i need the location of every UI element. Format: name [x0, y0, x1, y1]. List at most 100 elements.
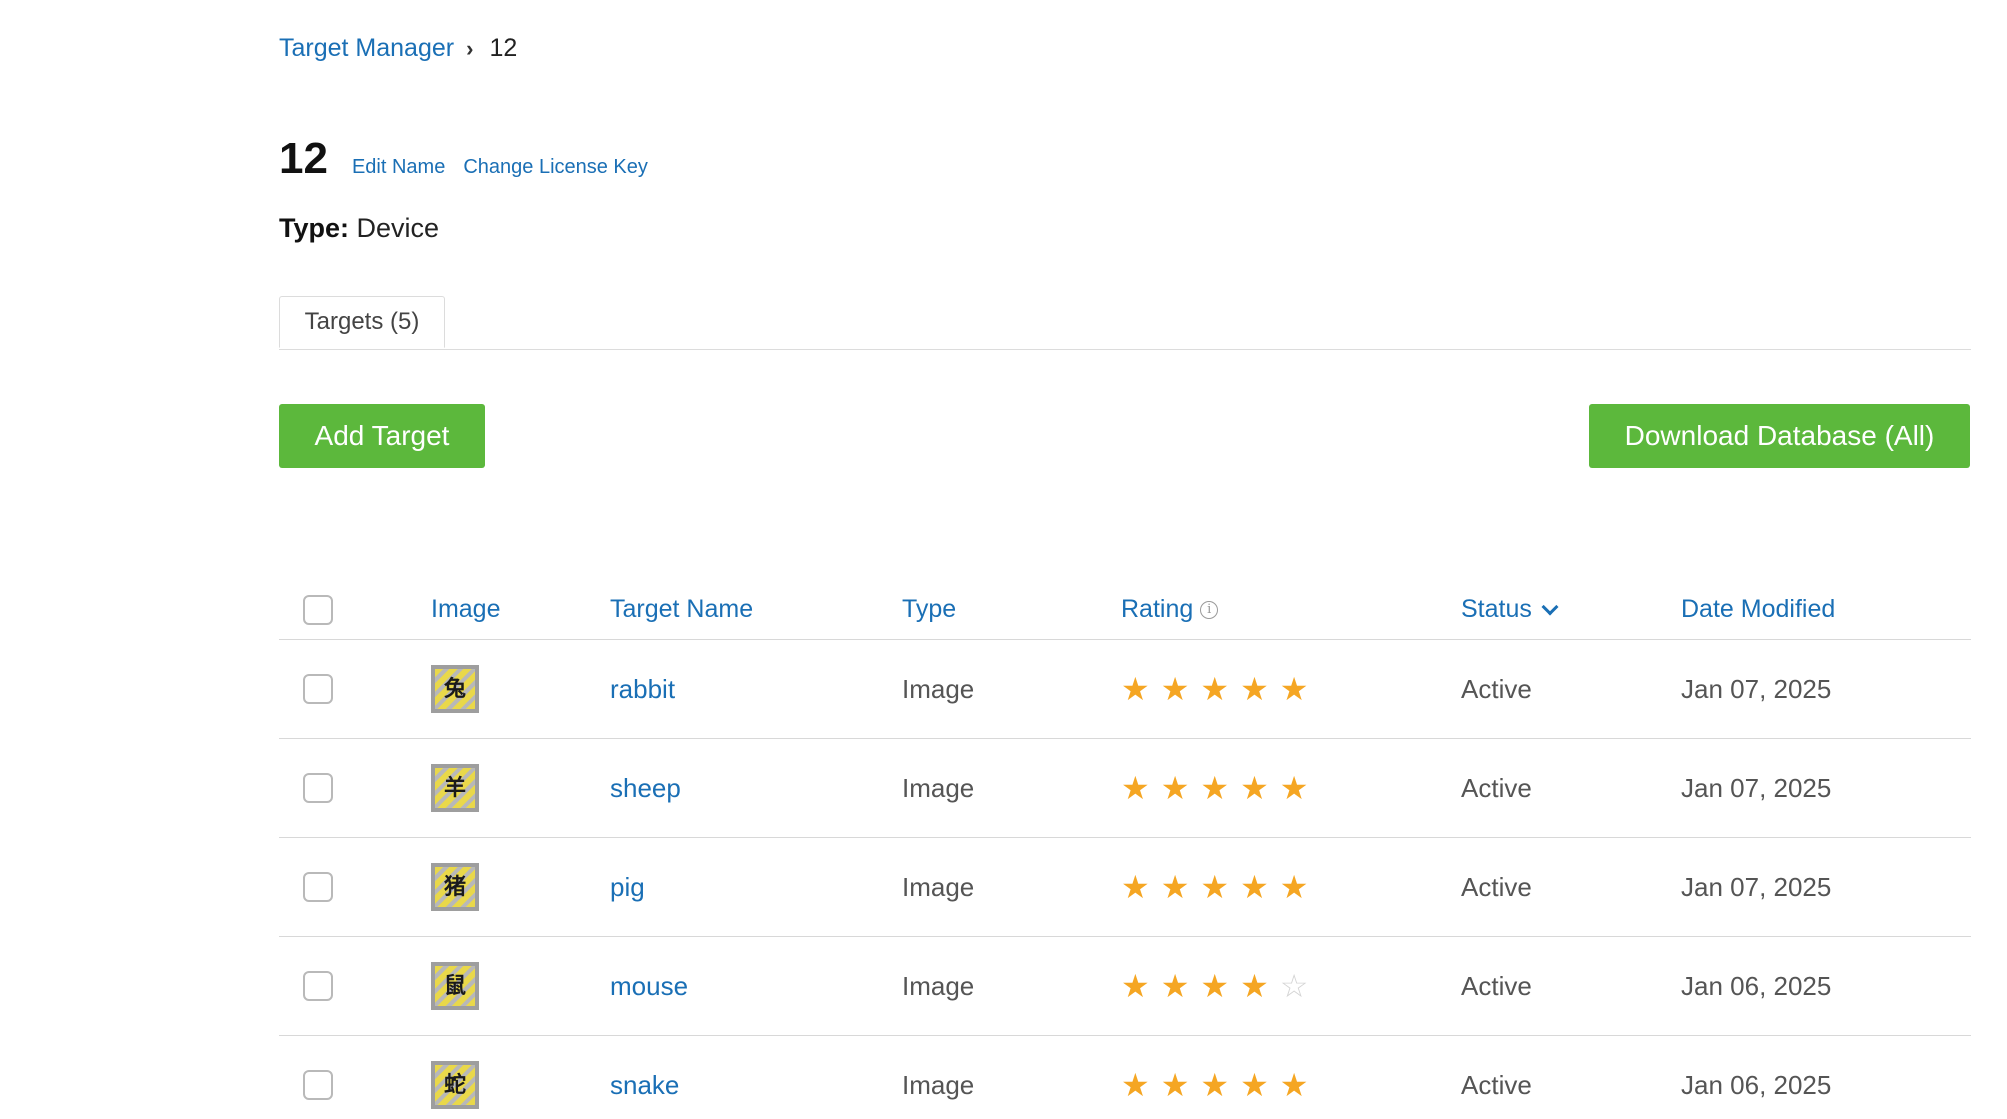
- column-header-date-modified[interactable]: Date Modified: [1681, 580, 1835, 639]
- target-image-cell: 猪: [431, 838, 479, 936]
- thumbnail-glyph: 鼠: [435, 966, 475, 1006]
- row-checkbox[interactable]: [303, 1070, 333, 1100]
- target-type: Image: [902, 772, 975, 803]
- info-icon[interactable]: i: [1200, 600, 1219, 619]
- star-filled-icon: ★: [1200, 671, 1230, 707]
- target-status: Active: [1461, 772, 1532, 803]
- rating-stars: ★ ★ ★ ★ ☆: [1121, 970, 1308, 1002]
- target-name-link[interactable]: sheep: [610, 773, 681, 804]
- target-thumbnail[interactable]: 羊: [431, 764, 479, 812]
- table-header: Image Target Name Type Rating i Status D…: [279, 580, 1971, 640]
- row-checkbox[interactable]: [303, 773, 333, 803]
- star-filled-icon: ★: [1240, 968, 1269, 1004]
- target-status: Active: [1461, 871, 1532, 902]
- thumbnail-glyph: 羊: [435, 768, 475, 808]
- target-thumbnail[interactable]: 兔: [431, 665, 479, 713]
- star-filled-icon: ★: [1160, 671, 1190, 707]
- target-type: Image: [902, 970, 975, 1001]
- star-filled-icon: ★: [1279, 671, 1309, 707]
- breadcrumb: Target Manager › 12: [279, 34, 517, 63]
- rating-stars: ★ ★ ★ ★ ★: [1121, 673, 1308, 705]
- target-name-cell: snake: [610, 1036, 679, 1119]
- type-value: Device: [356, 213, 440, 243]
- target-name-cell: mouse: [610, 937, 688, 1035]
- star-empty-icon: ☆: [1279, 968, 1309, 1004]
- target-status: Active: [1461, 673, 1532, 704]
- page-title: 12: [279, 134, 328, 183]
- rating-header-label: Rating: [1121, 595, 1194, 623]
- target-name-link[interactable]: snake: [610, 1070, 679, 1101]
- target-image-cell: 蛇: [431, 1036, 479, 1119]
- target-name-cell: sheep: [610, 739, 681, 837]
- edit-name-link[interactable]: Edit Name: [352, 156, 445, 179]
- star-filled-icon: ★: [1200, 869, 1230, 905]
- row-checkbox[interactable]: [303, 971, 333, 1001]
- star-filled-icon: ★: [1121, 1067, 1150, 1103]
- target-date-modified: Jan 07, 2025: [1681, 871, 1832, 902]
- star-filled-icon: ★: [1240, 1067, 1269, 1103]
- target-rating: ★ ★ ★ ★ ☆: [1121, 937, 1308, 1035]
- column-header-status[interactable]: Status: [1461, 580, 1559, 639]
- rating-stars: ★ ★ ★ ★ ★: [1121, 871, 1308, 903]
- rating-stars: ★ ★ ★ ★ ★: [1121, 772, 1308, 804]
- change-license-key-link[interactable]: Change License Key: [463, 156, 648, 179]
- select-all-checkbox[interactable]: [303, 594, 333, 625]
- star-filled-icon: ★: [1200, 770, 1230, 806]
- target-manager-page: Target Manager › 12 12 Edit Name Change …: [0, 0, 2007, 1119]
- target-rating: ★ ★ ★ ★ ★: [1121, 838, 1308, 936]
- target-thumbnail[interactable]: 猪: [431, 863, 479, 911]
- type-label: Type:: [279, 213, 350, 243]
- thumbnail-glyph: 猪: [435, 867, 475, 907]
- target-thumbnail[interactable]: 鼠: [431, 962, 479, 1010]
- target-name-link[interactable]: mouse: [610, 971, 688, 1002]
- target-image-cell: 兔: [431, 640, 479, 738]
- row-select-cell: [303, 640, 333, 738]
- target-rating: ★ ★ ★ ★ ★: [1121, 1036, 1308, 1119]
- target-rating: ★ ★ ★ ★ ★: [1121, 739, 1308, 837]
- star-filled-icon: ★: [1279, 770, 1309, 806]
- row-select-cell: [303, 1036, 333, 1119]
- download-database-button[interactable]: Download Database (All): [1589, 404, 1970, 468]
- column-header-rating[interactable]: Rating i: [1121, 580, 1219, 639]
- column-header-image[interactable]: Image: [431, 580, 500, 639]
- target-name-link[interactable]: rabbit: [610, 674, 675, 705]
- table-row: 猪 pig Image ★ ★ ★ ★ ★ Active Jan 07, 2025: [279, 838, 1971, 937]
- star-filled-icon: ★: [1160, 770, 1190, 806]
- star-filled-icon: ★: [1160, 1067, 1190, 1103]
- row-checkbox[interactable]: [303, 872, 333, 902]
- tab-bar: Targets (5): [279, 296, 1971, 350]
- row-checkbox[interactable]: [303, 674, 333, 704]
- breadcrumb-separator-icon: ›: [466, 35, 474, 61]
- add-target-button[interactable]: Add Target: [279, 404, 485, 468]
- target-image-cell: 羊: [431, 739, 479, 837]
- star-filled-icon: ★: [1200, 968, 1230, 1004]
- target-date-modified: Jan 07, 2025: [1681, 772, 1832, 803]
- tab-targets[interactable]: Targets (5): [279, 296, 445, 348]
- star-filled-icon: ★: [1121, 869, 1150, 905]
- target-name-cell: pig: [610, 838, 645, 936]
- select-all-cell: [303, 580, 333, 639]
- star-filled-icon: ★: [1279, 869, 1309, 905]
- table-row: 羊 sheep Image ★ ★ ★ ★ ★ Active Jan 07, 2025: [279, 739, 1971, 838]
- breadcrumb-target-manager-link[interactable]: Target Manager: [279, 34, 454, 63]
- star-filled-icon: ★: [1200, 1067, 1230, 1103]
- thumbnail-glyph: 蛇: [435, 1065, 475, 1105]
- target-image-cell: 鼠: [431, 937, 479, 1035]
- star-filled-icon: ★: [1240, 770, 1269, 806]
- targets-table: Image Target Name Type Rating i Status D…: [279, 580, 1971, 1119]
- star-filled-icon: ★: [1279, 1067, 1309, 1103]
- row-select-cell: [303, 739, 333, 837]
- column-header-target-name[interactable]: Target Name: [610, 580, 753, 639]
- column-header-type[interactable]: Type: [902, 580, 956, 639]
- target-date-modified: Jan 06, 2025: [1681, 970, 1832, 1001]
- target-date-modified: Jan 07, 2025: [1681, 673, 1832, 704]
- target-name-cell: rabbit: [610, 640, 675, 738]
- target-name-link[interactable]: pig: [610, 872, 645, 903]
- thumbnail-glyph: 兔: [435, 669, 475, 709]
- target-thumbnail[interactable]: 蛇: [431, 1061, 479, 1109]
- chevron-down-icon[interactable]: [1541, 598, 1559, 615]
- table-row: 鼠 mouse Image ★ ★ ★ ★ ☆ Active Jan 06, 2025: [279, 937, 1971, 1036]
- target-type: Image: [902, 673, 975, 704]
- database-type: Type: Device: [279, 213, 439, 244]
- row-select-cell: [303, 937, 333, 1035]
